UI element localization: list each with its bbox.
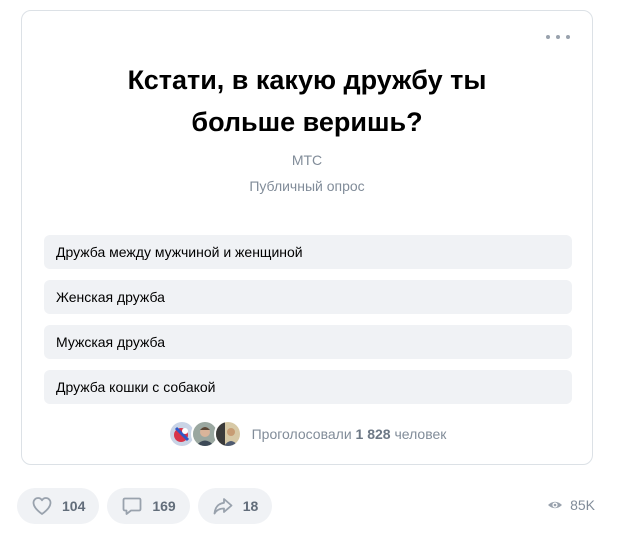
poll-card: Кстати, в какую дружбу ты больше веришь?… [21, 10, 593, 465]
poll-options: Дружба между мужчиной и женщиной Женская… [44, 235, 572, 415]
post-actions: 104 169 18 [17, 488, 280, 524]
eye-icon [548, 501, 563, 509]
share-count: 18 [242, 498, 259, 514]
voters-prefix: Проголосовали [251, 426, 352, 442]
comment-count: 169 [152, 498, 176, 514]
voter-avatars [167, 420, 242, 448]
poll-option-label: Дружба кошки с собакой [56, 379, 216, 395]
like-button[interactable]: 104 [17, 488, 100, 524]
more-options-icon[interactable] [546, 33, 570, 41]
poll-option[interactable]: Дружба кошки с собакой [44, 370, 572, 404]
views-counter: 85K [547, 497, 595, 513]
heart-icon [32, 497, 52, 515]
comment-button[interactable]: 169 [107, 488, 190, 524]
views-count: 85K [570, 497, 595, 513]
poll-author[interactable]: МТС [22, 152, 592, 168]
share-button[interactable]: 18 [197, 488, 273, 524]
poll-option-label: Женская дружба [56, 289, 165, 305]
poll-option[interactable]: Мужская дружба [44, 325, 572, 359]
voters-text: Проголосовали 1 828 человек [252, 426, 447, 442]
poll-option[interactable]: Женская дружба [44, 280, 572, 314]
voters-suffix: человек [394, 426, 447, 442]
share-arrow-icon [213, 498, 233, 515]
poll-option-label: Мужская дружба [56, 334, 165, 350]
avatar [213, 420, 242, 448]
voters-count: 1 828 [355, 426, 391, 442]
poll-type: Публичный опрос [249, 178, 365, 194]
comment-icon [122, 497, 142, 515]
poll-title: Кстати, в какую дружбу ты больше веришь? [127, 65, 487, 137]
poll-option[interactable]: Дружба между мужчиной и женщиной [44, 235, 572, 269]
voters-summary[interactable]: Проголосовали 1 828 человек [22, 420, 592, 448]
poll-option-label: Дружба между мужчиной и женщиной [56, 244, 303, 260]
like-count: 104 [62, 498, 86, 514]
